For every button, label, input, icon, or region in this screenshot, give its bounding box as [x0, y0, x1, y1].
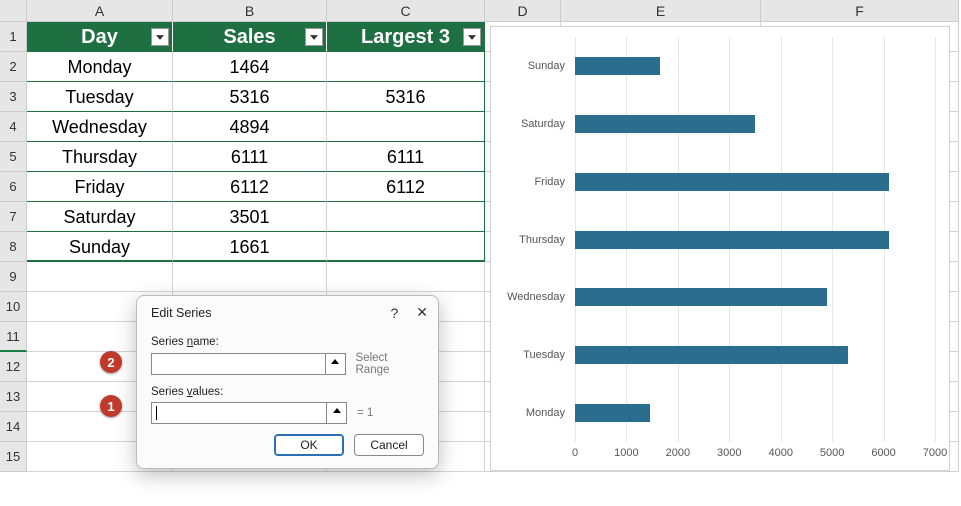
collapse-range-icon[interactable] [327, 402, 347, 424]
category-label: Tuesday [523, 349, 565, 361]
chart-bar[interactable] [575, 346, 848, 364]
category-label: Monday [526, 407, 565, 419]
col-header-c[interactable]: C [327, 0, 485, 22]
row-header[interactable]: 5 [0, 142, 27, 172]
cell[interactable]: Largest 3 [327, 22, 485, 52]
axis-tick: 0 [572, 447, 578, 459]
row-header[interactable]: 8 [0, 232, 27, 262]
col-header-f[interactable]: F [761, 0, 959, 22]
row-header[interactable]: 15 [0, 442, 27, 472]
series-values-label: Series values: [151, 386, 424, 398]
cell[interactable]: 6111 [327, 142, 485, 172]
row-header[interactable]: 3 [0, 82, 27, 112]
collapse-range-icon[interactable] [326, 353, 346, 375]
cell[interactable]: Wednesday [27, 112, 173, 142]
filter-dropdown-icon[interactable] [151, 28, 169, 46]
bar-chart[interactable]: 0 1000 2000 3000 4000 5000 6000 7000 Sunday Satu… [490, 26, 950, 471]
axis-tick: 6000 [871, 447, 895, 459]
category-label: Friday [534, 176, 565, 188]
cell[interactable] [327, 262, 485, 292]
cell[interactable]: Thursday [27, 142, 173, 172]
cell[interactable]: 6111 [173, 142, 327, 172]
cell[interactable]: Tuesday [27, 82, 173, 112]
help-icon[interactable]: ? [390, 305, 398, 321]
chart-bar[interactable] [575, 231, 889, 249]
callout-badge-1: 1 [100, 395, 122, 417]
cell[interactable]: 6112 [173, 172, 327, 202]
category-label: Wednesday [507, 291, 565, 303]
cell[interactable]: 1661 [173, 232, 327, 262]
col-header-e[interactable]: E [561, 0, 761, 22]
row-header[interactable]: 7 [0, 202, 27, 232]
cell[interactable]: Sales [173, 22, 327, 52]
series-name-label: Series name: [151, 336, 424, 348]
chart-bar[interactable] [575, 115, 755, 133]
chart-bar[interactable] [575, 404, 650, 422]
axis-tick: 7000 [923, 447, 947, 459]
col-header-b[interactable]: B [173, 0, 327, 22]
column-headers: A B C D E F [0, 0, 961, 22]
row-header[interactable]: 6 [0, 172, 27, 202]
cell[interactable]: 5316 [327, 82, 485, 112]
axis-tick: 2000 [666, 447, 690, 459]
cell[interactable] [327, 202, 485, 232]
row-header[interactable]: 12 [0, 352, 27, 382]
callout-badge-2: 2 [100, 351, 122, 373]
row-header[interactable]: 1 [0, 22, 27, 52]
row-header[interactable]: 9 [0, 262, 27, 292]
cell[interactable] [27, 262, 173, 292]
axis-tick: 1000 [614, 447, 638, 459]
row-header[interactable]: 11 [0, 322, 27, 352]
chart-plot-area [575, 37, 935, 442]
row-header[interactable]: 13 [0, 382, 27, 412]
cell[interactable]: 5316 [173, 82, 327, 112]
cell[interactable]: Friday [27, 172, 173, 202]
row-header[interactable]: 10 [0, 292, 27, 322]
axis-tick: 5000 [820, 447, 844, 459]
chart-x-axis: 01000200030004000500060007000 [575, 447, 935, 469]
dialog-title: Edit Series [151, 306, 424, 320]
category-label: Sunday [528, 60, 565, 72]
axis-tick: 3000 [717, 447, 741, 459]
category-label: Thursday [519, 234, 565, 246]
axis-tick: 4000 [768, 447, 792, 459]
chart-bar[interactable] [575, 288, 827, 306]
cell[interactable]: Day [27, 22, 173, 52]
cell[interactable] [173, 262, 327, 292]
row-header[interactable]: 14 [0, 412, 27, 442]
series-values-hint: = 1 [357, 407, 373, 419]
chart-bar[interactable] [575, 173, 889, 191]
cell[interactable]: 1464 [173, 52, 327, 82]
cell[interactable] [327, 52, 485, 82]
cancel-button[interactable]: Cancel [354, 434, 424, 456]
row-header[interactable]: 4 [0, 112, 27, 142]
filter-dropdown-icon[interactable] [305, 28, 323, 46]
close-icon[interactable]: ✕ [416, 304, 428, 321]
chart-bar[interactable] [575, 57, 660, 75]
col-header-a[interactable]: A [27, 0, 173, 22]
filter-dropdown-icon[interactable] [463, 28, 481, 46]
row-header[interactable]: 2 [0, 52, 27, 82]
series-name-hint: Select Range [356, 352, 424, 376]
cell[interactable]: 3501 [173, 202, 327, 232]
category-label: Saturday [521, 118, 565, 130]
cell[interactable]: Sunday [27, 232, 173, 262]
select-all-corner[interactable] [0, 0, 27, 22]
cell[interactable]: 6112 [327, 172, 485, 202]
series-values-input[interactable] [151, 402, 327, 424]
cell[interactable]: 4894 [173, 112, 327, 142]
cell[interactable]: Saturday [27, 202, 173, 232]
edit-series-dialog: Edit Series ? ✕ Series name: Select Rang… [136, 295, 439, 469]
cell[interactable]: Monday [27, 52, 173, 82]
col-header-d[interactable]: D [485, 0, 561, 22]
ok-button[interactable]: OK [274, 434, 344, 456]
cell[interactable] [327, 232, 485, 262]
cell[interactable] [327, 112, 485, 142]
series-name-input[interactable] [151, 353, 326, 375]
